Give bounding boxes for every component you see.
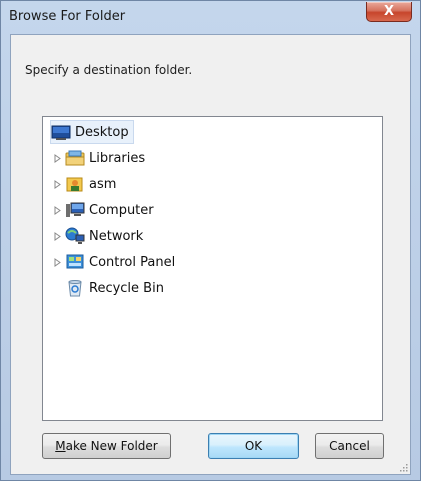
tree-item-network[interactable]: Network	[53, 225, 143, 247]
tree-item-label: Computer	[89, 202, 154, 218]
make-new-folder-mnemonic: M	[55, 439, 66, 453]
tree-item-asm[interactable]: asm	[53, 173, 116, 195]
expand-arrow-icon[interactable]	[53, 205, 62, 215]
window-title: Browse For Folder	[9, 9, 126, 24]
expand-arrow-icon[interactable]	[53, 257, 62, 267]
desktop-icon	[51, 125, 71, 140]
cancel-button[interactable]: Cancel	[315, 433, 384, 459]
tree-item-control-panel[interactable]: Control Panel	[53, 251, 175, 273]
tree-item-label: Libraries	[89, 150, 146, 166]
libraries-icon	[65, 150, 85, 166]
tree-item-libraries[interactable]: Libraries	[53, 147, 145, 169]
folder-tree[interactable]: Desktop Libraries asm Computer Network C…	[42, 116, 383, 421]
tree-item-label: Recycle Bin	[89, 280, 164, 296]
ok-label: OK	[244, 439, 263, 453]
tree-item-label: Control Panel	[89, 254, 176, 270]
expand-arrow-icon[interactable]	[53, 179, 62, 189]
tree-item-label: asm	[89, 176, 117, 192]
expand-arrow-icon[interactable]	[53, 153, 62, 163]
user-folder-icon	[66, 177, 83, 192]
recycle-bin-icon	[68, 280, 82, 297]
close-icon: X	[383, 4, 395, 19]
instruction-text: Specify a destination folder.	[25, 63, 193, 77]
browse-for-folder-dialog: Browse For Folder X Specify a destinatio…	[0, 0, 421, 481]
tree-item-recycle-bin[interactable]: Recycle Bin	[65, 277, 164, 299]
expand-arrow-icon[interactable]	[53, 231, 62, 241]
close-button[interactable]: X	[366, 2, 412, 22]
make-new-folder-button[interactable]: Make New Folder	[42, 433, 171, 459]
tree-item-label: Desktop	[75, 124, 129, 140]
computer-icon	[66, 202, 85, 217]
resize-grip-icon[interactable]	[398, 462, 408, 472]
cancel-label: Cancel	[329, 439, 370, 453]
make-new-folder-label: ake New Folder	[65, 439, 158, 453]
title-bar[interactable]: Browse For Folder X	[1, 1, 420, 33]
tree-item-label: Network	[89, 228, 144, 244]
tree-item-computer[interactable]: Computer	[53, 199, 154, 221]
dialog-client-area: Specify a destination folder. Desktop Li…	[10, 34, 411, 475]
ok-button[interactable]: OK	[208, 433, 299, 459]
control-panel-icon	[66, 254, 84, 269]
tree-item-desktop[interactable]: Desktop	[50, 120, 134, 144]
network-icon	[65, 227, 85, 244]
